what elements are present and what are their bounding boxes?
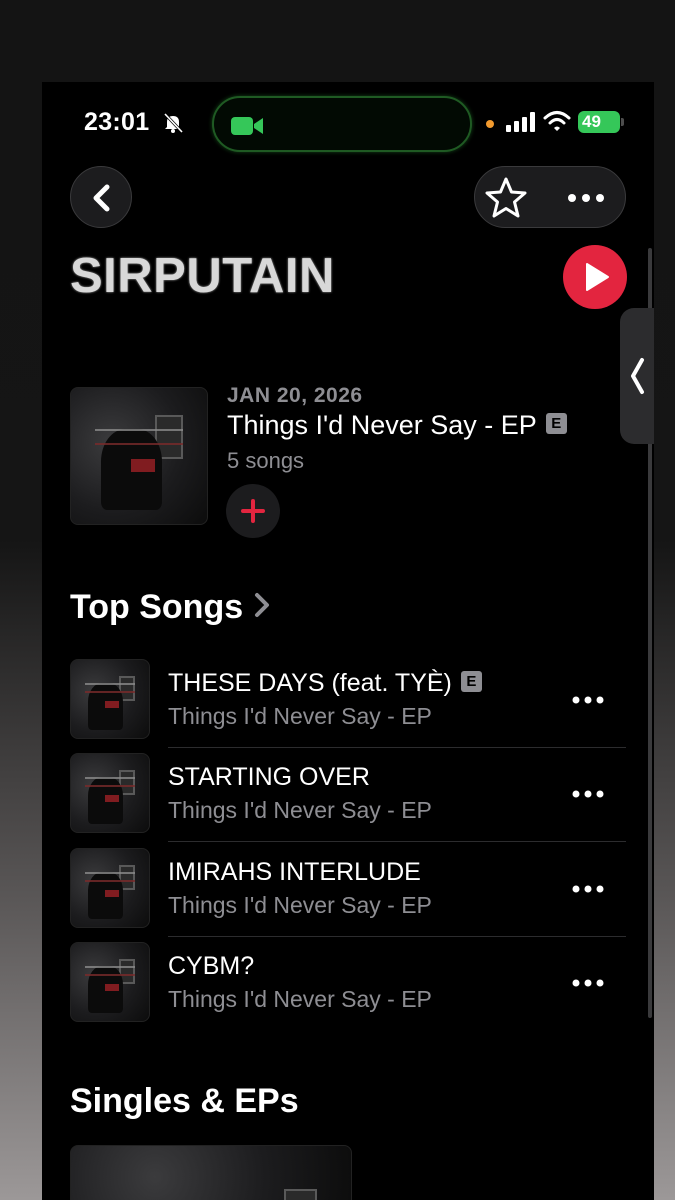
song-row[interactable]: THESE DAYS (feat. TYÈ) E Things I'd Never… xyxy=(70,659,626,754)
song-artwork xyxy=(70,659,150,739)
play-button[interactable] xyxy=(563,245,627,309)
wifi-icon xyxy=(543,111,571,131)
battery-indicator: 49 xyxy=(578,111,624,133)
more-icon[interactable] xyxy=(568,779,608,809)
play-icon xyxy=(586,263,609,291)
song-title: IMIRAHS INTERLUDE xyxy=(168,858,421,886)
dynamic-island[interactable] xyxy=(212,96,472,152)
singles-eps-heading[interactable]: Singles & EPs xyxy=(70,1082,299,1121)
back-button[interactable] xyxy=(70,166,132,228)
explicit-badge: E xyxy=(545,413,567,435)
song-album: Things I'd Never Say - EP xyxy=(168,986,432,1012)
release-title-text: Things I'd Never Say - EP xyxy=(227,410,537,440)
add-to-library-button[interactable] xyxy=(226,484,280,538)
star-icon[interactable] xyxy=(483,175,529,221)
top-songs-heading: Top Songs xyxy=(70,588,244,626)
song-album: Things I'd Never Say - EP xyxy=(168,703,432,729)
song-row[interactable]: IMIRAHS INTERLUDE Things I'd Never Say -… xyxy=(70,848,626,943)
bell-slash-icon xyxy=(163,112,184,134)
song-album: Things I'd Never Say - EP xyxy=(168,892,432,918)
chevron-left-icon xyxy=(631,358,644,394)
more-icon[interactable] xyxy=(568,874,608,904)
nav-actions xyxy=(474,166,626,228)
song-artwork xyxy=(70,942,150,1022)
row-divider xyxy=(168,841,626,842)
chevron-right-icon xyxy=(255,593,270,618)
phone-screen: 23:01 49 SIRPUTAIN JAN 20, 2026 Things I… xyxy=(42,82,654,1200)
status-time: 23:01 xyxy=(84,108,150,136)
release-song-count: 5 songs xyxy=(227,448,305,473)
song-title-text: THESE DAYS (feat. TYÈ) xyxy=(168,669,452,697)
song-artwork xyxy=(70,848,150,928)
song-artwork xyxy=(70,753,150,833)
privacy-indicator-dot xyxy=(486,120,494,128)
release-date: JAN 20, 2026 xyxy=(227,384,363,407)
song-title: STARTING OVER xyxy=(168,763,370,791)
plus-icon xyxy=(241,499,265,523)
song-row[interactable]: CYBM? Things I'd Never Say - EP xyxy=(70,942,626,1037)
latest-release-artwork[interactable] xyxy=(70,387,208,525)
song-row[interactable]: STARTING OVER Things I'd Never Say - EP xyxy=(70,753,626,848)
more-icon[interactable] xyxy=(568,968,608,998)
single-artwork[interactable] xyxy=(70,1145,352,1200)
row-divider xyxy=(168,936,626,937)
more-icon[interactable] xyxy=(561,175,611,221)
row-divider xyxy=(168,747,626,748)
more-icon[interactable] xyxy=(568,685,608,715)
song-title: CYBM? xyxy=(168,952,255,980)
signal-icon xyxy=(506,112,535,132)
facetime-camera-icon xyxy=(231,117,263,135)
artist-name: SIRPUTAIN xyxy=(70,249,335,303)
song-album: Things I'd Never Say - EP xyxy=(168,797,432,823)
top-songs-header[interactable]: Top Songs xyxy=(70,588,271,627)
chevron-left-icon xyxy=(93,184,110,212)
release-title[interactable]: Things I'd Never Say - EP E xyxy=(227,410,567,441)
explicit-badge: E xyxy=(460,670,482,692)
song-title: THESE DAYS (feat. TYÈ) E xyxy=(168,669,482,698)
side-handle[interactable] xyxy=(620,308,654,444)
